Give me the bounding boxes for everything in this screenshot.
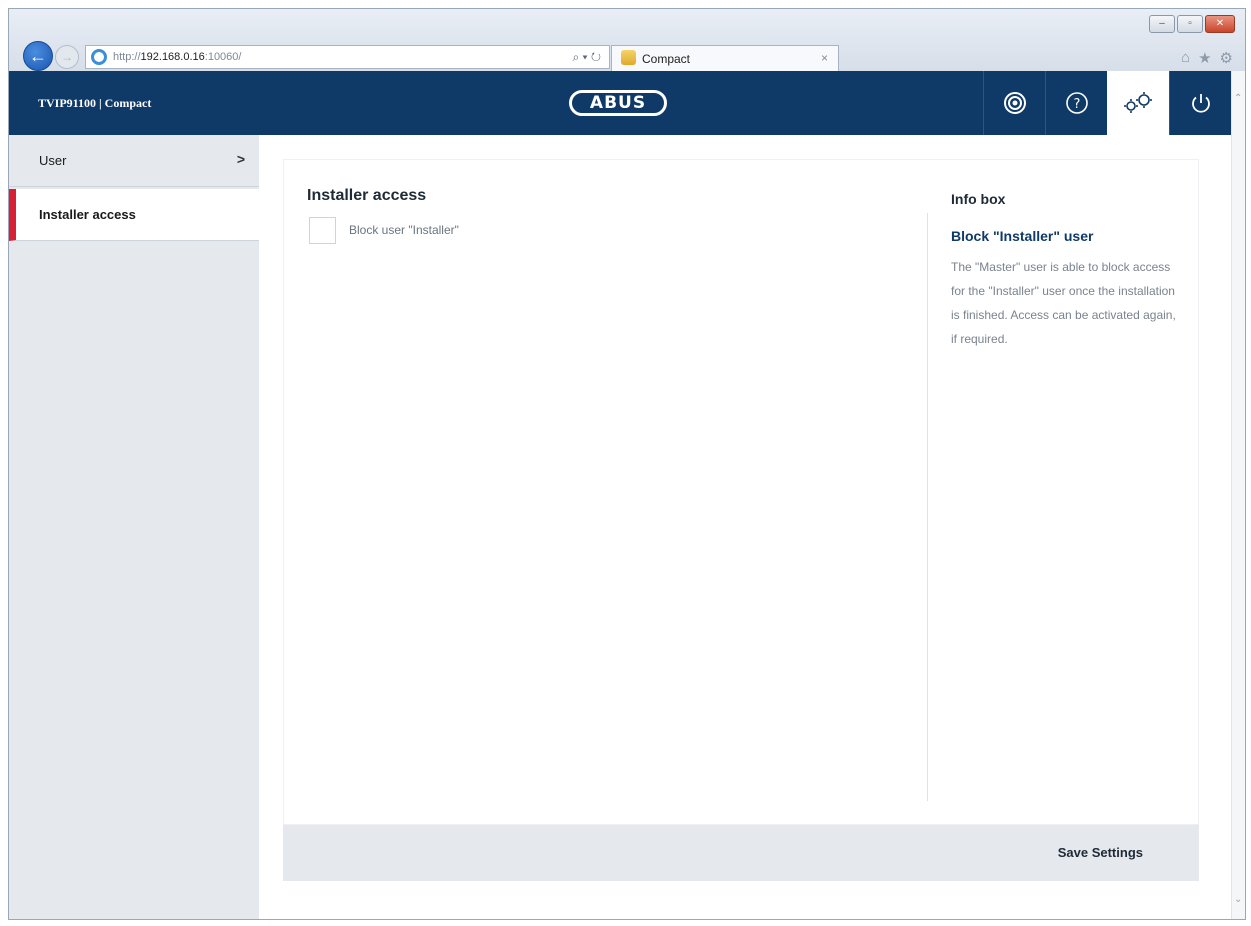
settings-icon [1124, 92, 1152, 113]
scroll-up-icon[interactable]: ⌃ [1234, 93, 1242, 104]
home-icon[interactable]: ⌂ [1181, 49, 1190, 67]
chevron-right-icon: > [236, 151, 245, 167]
section-title: Installer access [307, 187, 427, 204]
arrow-left-icon: ← [29, 46, 47, 66]
block-installer-checkbox[interactable] [309, 217, 336, 244]
info-box-heading: Block "Installer" user [951, 228, 1094, 244]
browser-toolbar-icons: ⌂ ★ ⚙ [1181, 49, 1233, 67]
ie-page-icon [91, 49, 107, 65]
sidebar-item-label: User [39, 153, 67, 168]
main-content: Installer access Block user "Installer" … [259, 135, 1231, 919]
camera-icon [1003, 92, 1026, 114]
page-scrollbar[interactable]: ⌃ ⌄ [1231, 71, 1245, 919]
info-box-title: Info box [951, 191, 1006, 207]
arrow-right-icon: → [61, 50, 73, 64]
back-button[interactable]: ← [23, 41, 53, 71]
url-host: 192.168.0.16 [140, 51, 205, 63]
help-icon: ? [1065, 92, 1088, 114]
tab-favicon-icon [621, 50, 636, 65]
info-box-text: The "Master" user is able to block acces… [951, 260, 1176, 346]
app-header: TVIP91100 | Compact ABUS ? [9, 71, 1231, 135]
abus-logo: ABUS [569, 90, 667, 116]
power-icon [1191, 94, 1210, 113]
restore-button[interactable]: ▫ [1177, 15, 1203, 33]
sidebar-item-user[interactable]: User > [9, 135, 259, 187]
url-prefix: http:// [113, 51, 141, 63]
sidebar-item-installer-access[interactable]: Installer access [9, 189, 259, 241]
close-window-button[interactable]: ✕ [1205, 15, 1235, 33]
svg-text:?: ? [1073, 97, 1080, 112]
sidebar-item-label: Installer access [39, 207, 136, 222]
tools-gear-icon[interactable]: ⚙ [1220, 49, 1233, 67]
address-bar[interactable]: http://192.168.0.16:10060/ ⌕ ▾ ↻ [85, 45, 610, 69]
window-controls: – ▫ ✕ [1149, 15, 1235, 33]
power-button[interactable] [1169, 71, 1231, 135]
save-settings-button[interactable]: Save Settings [1058, 845, 1143, 860]
favorites-star-icon[interactable]: ★ [1198, 49, 1211, 67]
browser-tab[interactable]: Compact × [611, 45, 839, 71]
url-text[interactable]: http://192.168.0.16:10060/ [113, 51, 241, 63]
search-refresh-icons[interactable]: ⌕ ▾ ↻ [572, 50, 601, 65]
minimize-button[interactable]: – [1149, 15, 1175, 33]
footer-bar: Save Settings [283, 825, 1199, 881]
browser-window: – ▫ ✕ ← → http://192.168.0.16:10060/ ⌕ ▾… [8, 8, 1246, 920]
camera-button[interactable] [983, 71, 1045, 135]
settings-button[interactable] [1107, 71, 1169, 135]
browser-chrome: – ▫ ✕ ← → http://192.168.0.16:10060/ ⌕ ▾… [9, 9, 1245, 71]
block-installer-label[interactable]: Block user "Installer" [349, 223, 459, 237]
sidebar: User > Installer access [9, 135, 259, 919]
forward-button[interactable]: → [55, 45, 79, 69]
url-suffix: :10060/ [204, 51, 242, 63]
scroll-down-icon[interactable]: ⌄ [1234, 894, 1242, 905]
header-icon-bar: ? [983, 71, 1231, 135]
device-title: TVIP91100 | Compact [38, 96, 152, 110]
tab-title: Compact [642, 52, 691, 66]
tab-close-icon[interactable]: × [821, 51, 828, 65]
help-button[interactable]: ? [1045, 71, 1107, 135]
info-divider [927, 213, 928, 801]
